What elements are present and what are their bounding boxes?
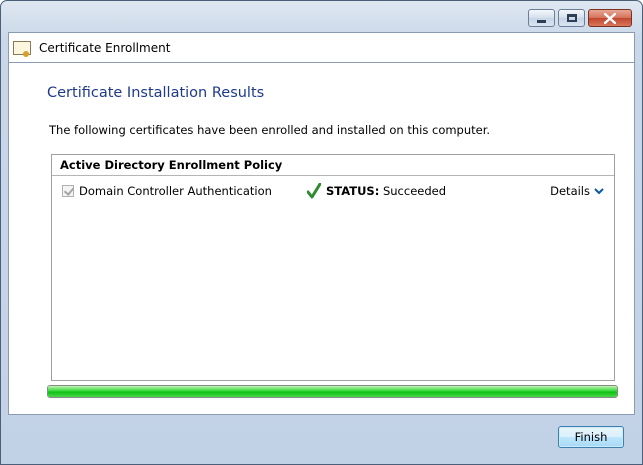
- maximize-icon: [566, 14, 577, 22]
- status-value: Succeeded: [382, 184, 447, 198]
- minimize-icon: [537, 19, 546, 23]
- title-bar: Certificate Enrollment: [8, 32, 635, 62]
- status-text: STATUS: Succeeded: [326, 184, 446, 198]
- finish-button[interactable]: Finish: [558, 426, 624, 448]
- close-button[interactable]: [588, 9, 632, 27]
- minimize-button[interactable]: [528, 9, 555, 27]
- page-heading: Certificate Installation Results: [47, 85, 265, 101]
- content-panel: Certificate Installation Results The fol…: [8, 62, 635, 415]
- certificate-row: Domain Controller Authentication STATUS:…: [52, 183, 614, 201]
- enrollment-policy-box: Active Directory Enrollment Policy Domai…: [51, 154, 615, 381]
- progress-bar: [47, 385, 618, 398]
- policy-header: Active Directory Enrollment Policy: [52, 155, 614, 176]
- check-mark-icon: [307, 183, 321, 199]
- certificate-checkbox[interactable]: [62, 185, 74, 197]
- maximize-button[interactable]: [558, 9, 585, 27]
- status-label: STATUS:: [326, 184, 380, 198]
- page-description: The following certificates have been enr…: [49, 123, 491, 137]
- details-link[interactable]: Details: [550, 184, 604, 198]
- window-controls: [528, 9, 632, 27]
- close-icon: [604, 12, 616, 24]
- certificate-icon: [13, 40, 31, 57]
- details-label: Details: [550, 184, 590, 198]
- chevron-down-icon: [594, 188, 604, 195]
- progress-fill: [48, 386, 617, 397]
- certificate-name: Domain Controller Authentication: [79, 184, 272, 198]
- window-title: Certificate Enrollment: [39, 40, 171, 55]
